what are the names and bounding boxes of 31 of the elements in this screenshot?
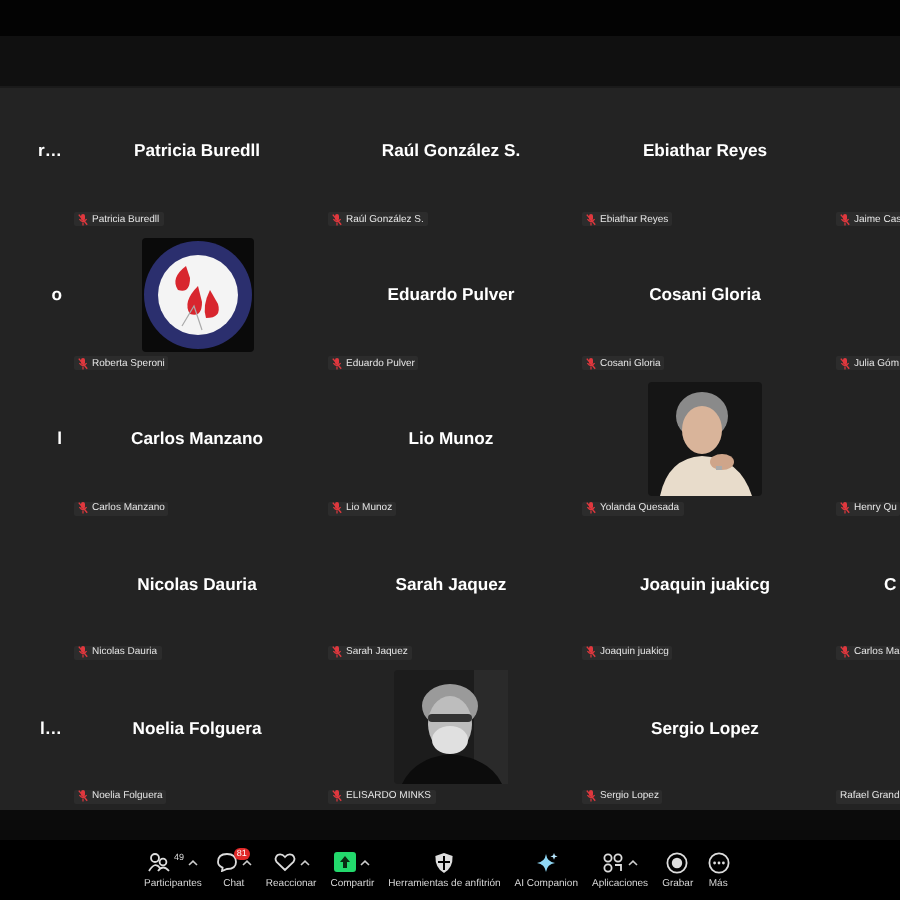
participant-name: C — [884, 573, 897, 594]
participant-name: Noelia Folguera — [132, 717, 262, 738]
participant-name: Sarah Jaquez — [395, 573, 507, 594]
participant-name: Joaquin juakicg — [640, 573, 770, 594]
shield-icon — [434, 851, 455, 873]
participant-name: Carlos Manzano — [131, 428, 263, 449]
participant-name: Patricia Buredll — [133, 140, 261, 161]
share-icon — [334, 852, 357, 872]
people-icon — [147, 852, 170, 872]
participant-name: l — [57, 428, 62, 449]
caret-icon[interactable] — [187, 859, 198, 865]
participant-name: Lio Munoz — [408, 428, 494, 449]
participant-name: Sergio Lopez — [651, 717, 759, 738]
participant-name: Nicolas Dauria — [137, 573, 257, 594]
participant-name: Ebiathar Reyes — [642, 140, 768, 161]
participant-name: o — [51, 284, 62, 305]
caret-icon[interactable] — [299, 859, 310, 865]
participant-name: Cosani Gloria — [649, 284, 761, 305]
heart-icon — [273, 852, 296, 872]
record-icon — [666, 851, 689, 873]
caret-icon[interactable] — [628, 859, 639, 865]
apps-icon — [602, 851, 625, 873]
more-icon — [707, 851, 730, 873]
participant-name: r… — [38, 140, 62, 161]
chat-icon — [215, 852, 238, 872]
caret-icon[interactable] — [360, 859, 371, 865]
caret-icon[interactable] — [241, 859, 252, 865]
participant-name: Eduardo Pulver — [387, 284, 515, 305]
participant-name: l… — [40, 717, 62, 738]
participant-name: Raúl González S. — [381, 140, 521, 161]
sparkle-icon — [535, 851, 558, 873]
